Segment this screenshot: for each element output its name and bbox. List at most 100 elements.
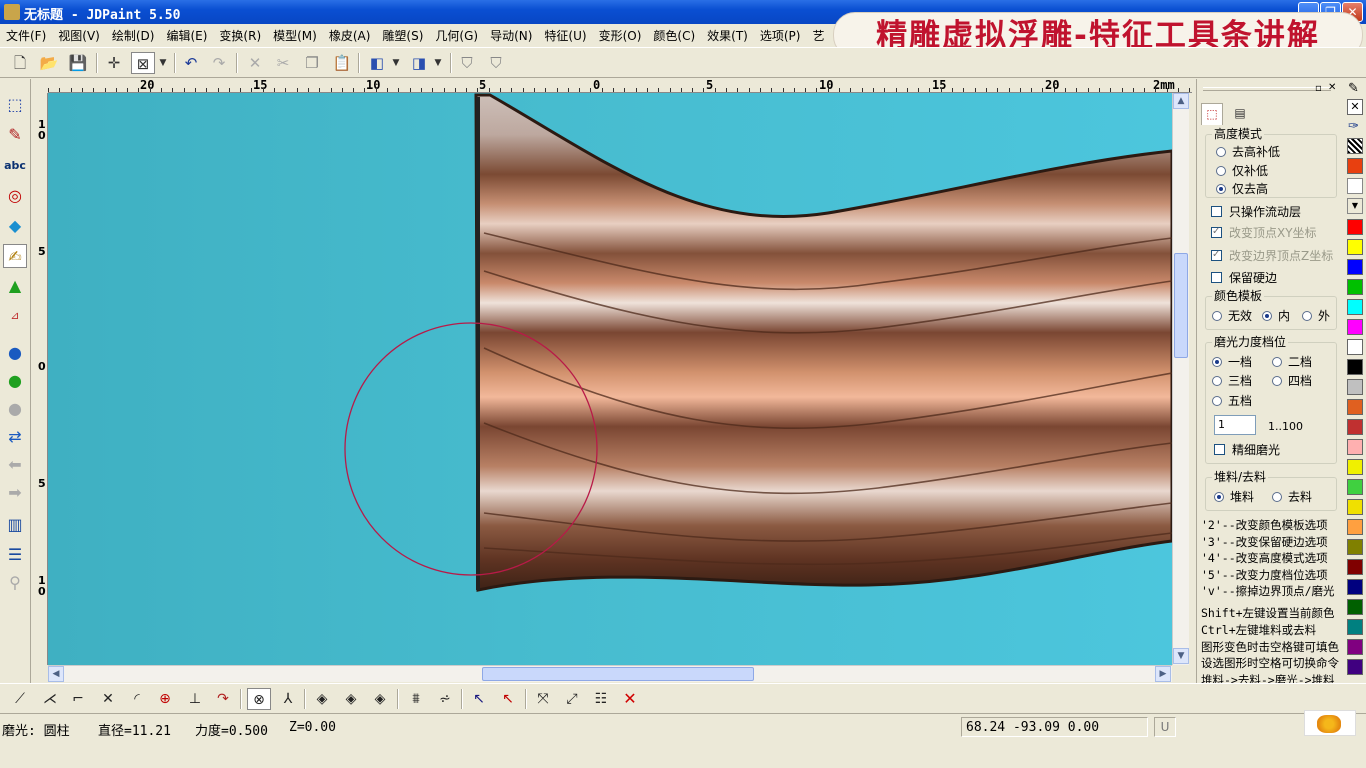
color-swatch[interactable]	[1347, 539, 1363, 555]
check-keep-hard-edge[interactable]: 保留硬边	[1211, 271, 1277, 285]
zoom-dropdown-icon[interactable]: ▼	[157, 52, 169, 74]
bell-icon[interactable]: ▲	[3, 274, 27, 298]
angle-tool-icon[interactable]: ⋌	[38, 688, 62, 710]
stock-option-1[interactable]: 去料	[1272, 490, 1312, 504]
new-file-icon[interactable]: 🗋	[8, 52, 32, 74]
color-swatch[interactable]	[1347, 319, 1363, 335]
polish-option-2[interactable]: 三档	[1212, 374, 1252, 388]
box-solid-icon[interactable]: ◧	[365, 52, 389, 74]
scroll-right-icon[interactable]: ▶	[1155, 666, 1171, 682]
arc-tool-icon[interactable]: ◜	[125, 688, 149, 710]
circle-point-icon[interactable]: ⊕	[153, 688, 177, 710]
menu-item-6[interactable]: 橡皮(A)	[323, 24, 377, 44]
panel-pin-icon[interactable]: ▫	[1315, 83, 1322, 94]
cut-icon[interactable]: ✂	[271, 52, 295, 74]
current-color-swatch[interactable]	[1347, 158, 1363, 174]
check-flow-layer[interactable]: 只操作流动层	[1211, 205, 1301, 219]
height-mode-option-2[interactable]: 仅去高	[1216, 182, 1268, 196]
color-template-option-2[interactable]: 外	[1302, 309, 1330, 323]
drawing-canvas[interactable]	[48, 93, 1172, 665]
color-swatch[interactable]	[1347, 519, 1363, 535]
vertical-scroll-thumb[interactable]	[1174, 253, 1188, 358]
panel-tab-feature[interactable]: ⬚	[1201, 103, 1223, 125]
color-swatch[interactable]	[1347, 279, 1363, 295]
arrow-left-icon[interactable]: ⬅	[3, 453, 27, 477]
color-swatch[interactable]	[1347, 439, 1363, 455]
diamond-grid-1-icon[interactable]: ◈	[310, 688, 334, 710]
bulb-blue-icon[interactable]: ●	[3, 341, 27, 365]
color-swatch[interactable]	[1347, 419, 1363, 435]
menu-item-7[interactable]: 雕塑(S)	[376, 24, 429, 44]
save-icon[interactable]: 💾	[66, 52, 90, 74]
undo-icon[interactable]: ↶	[179, 52, 203, 74]
menu-item-9[interactable]: 导动(N)	[484, 24, 538, 44]
panel-tab-list[interactable]: ▤	[1229, 103, 1251, 123]
relief-brush-icon[interactable]: ✍	[3, 244, 27, 268]
arrow-right-icon[interactable]: ➡	[3, 481, 27, 505]
copy-icon[interactable]: ❐	[300, 52, 324, 74]
fill-diamond-icon[interactable]: ◆	[3, 214, 27, 238]
layer-up-icon[interactable]: ⩩	[404, 688, 428, 710]
color-swatch[interactable]	[1347, 299, 1363, 315]
menu-item-4[interactable]: 变换(R)	[213, 24, 267, 44]
color-swatch[interactable]	[1347, 359, 1363, 375]
menu-item-5[interactable]: 模型(M)	[267, 24, 323, 44]
node-edit-icon[interactable]: ⤢	[560, 688, 584, 710]
scroll-left-icon[interactable]: ◀	[48, 666, 64, 682]
stock-option-0[interactable]: 堆料	[1214, 490, 1254, 504]
diamond-grid-2-icon[interactable]: ◈	[339, 688, 363, 710]
check-change-xy[interactable]: 改变顶点XY坐标	[1211, 225, 1317, 240]
select-nodes-icon[interactable]: ⬚	[3, 93, 27, 117]
delete-red-icon[interactable]: ✕	[618, 688, 642, 710]
color-swatch[interactable]	[1347, 499, 1363, 515]
menu-item-2[interactable]: 绘制(D)	[106, 24, 161, 44]
panel-close-icon[interactable]: ✕	[1328, 82, 1336, 93]
crosshair-icon[interactable]: ✛	[102, 52, 126, 74]
menu-item-10[interactable]: 特征(U)	[538, 24, 592, 44]
horizontal-scroll-thumb[interactable]	[482, 667, 754, 681]
pointer-delete-icon[interactable]: ↖	[496, 688, 520, 710]
horizontal-scrollbar[interactable]: ◀ ▶	[48, 665, 1172, 682]
shield2-icon[interactable]: ⛉	[484, 52, 508, 74]
perpendicular-icon[interactable]: ⊥	[183, 688, 207, 710]
polish-value-input[interactable]: 1	[1214, 415, 1256, 435]
node-list-icon[interactable]: ☷	[589, 688, 613, 710]
color-swatch[interactable]	[1347, 579, 1363, 595]
scroll-down-icon[interactable]: ▼	[1173, 648, 1189, 664]
height-mode-option-1[interactable]: 仅补低	[1216, 164, 1268, 178]
fillet-icon[interactable]: ⌐	[66, 688, 90, 710]
menu-item-3[interactable]: 编辑(E)	[160, 24, 213, 44]
color-template-option-1[interactable]: 内	[1262, 309, 1290, 323]
layers-icon[interactable]: ▥	[3, 513, 27, 537]
color-swatch[interactable]	[1347, 379, 1363, 395]
color-swatch[interactable]	[1347, 599, 1363, 615]
check-fine-polish[interactable]: 精细磨光	[1214, 443, 1280, 457]
edit-curve-icon[interactable]: ✎	[3, 123, 27, 147]
color-swatch[interactable]	[1347, 339, 1363, 355]
color-swatch[interactable]	[1347, 219, 1363, 235]
color-swatch[interactable]	[1347, 639, 1363, 655]
pin-icon[interactable]: ⚲	[3, 571, 27, 595]
color-swatch[interactable]	[1347, 619, 1363, 635]
box-wire-icon[interactable]: ◨	[407, 52, 431, 74]
transform-icon[interactable]: ⤧	[531, 688, 555, 710]
tangent-icon[interactable]: ↷	[211, 688, 235, 710]
polish-option-3[interactable]: 四档	[1272, 374, 1312, 388]
pen-icon[interactable]: ✎	[1348, 81, 1359, 96]
menu-item-0[interactable]: 文件(F)	[0, 24, 52, 44]
line-tool-icon[interactable]: ⟋	[8, 688, 32, 710]
zoom-box-icon[interactable]: ⊠	[131, 52, 155, 74]
grid-lines-icon[interactable]: ☰	[3, 543, 27, 567]
color-swatch[interactable]	[1347, 559, 1363, 575]
scroll-up-icon[interactable]: ▲	[1173, 93, 1189, 109]
pointer-select-icon[interactable]: ↖	[467, 688, 491, 710]
menu-item-12[interactable]: 颜色(C)	[647, 24, 701, 44]
bulb-green-icon[interactable]: ●	[3, 369, 27, 393]
bulb-gray-icon[interactable]: ●	[3, 397, 27, 421]
menu-item-15[interactable]: 艺	[806, 24, 830, 44]
color-swatch[interactable]	[1347, 459, 1363, 475]
box-dropdown-icon[interactable]: ▼	[390, 52, 402, 74]
polish-option-1[interactable]: 二档	[1272, 355, 1312, 369]
pattern-swatch[interactable]	[1347, 138, 1363, 154]
scroll-up-icon[interactable]	[1347, 178, 1363, 194]
